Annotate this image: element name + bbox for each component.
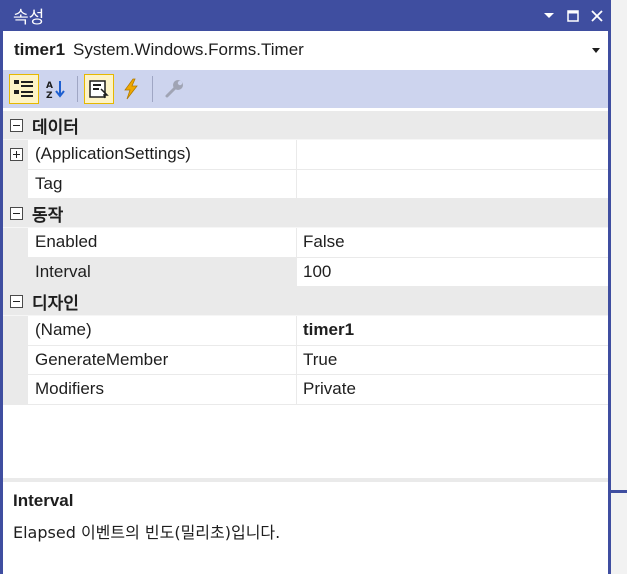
property-row-enabled[interactable]: Enabled False xyxy=(3,228,608,258)
property-value[interactable] xyxy=(297,140,608,170)
description-title: Interval xyxy=(13,491,74,510)
chevron-down-icon[interactable] xyxy=(542,9,556,23)
collapse-icon[interactable] xyxy=(10,294,23,308)
categorized-icon xyxy=(14,80,33,97)
property-name[interactable]: (Name) xyxy=(28,316,297,346)
properties-button[interactable] xyxy=(84,74,114,104)
background-strip xyxy=(611,0,627,574)
window-title: 속성 xyxy=(13,8,45,28)
description-pane: Interval Elapsed 이벤트의 빈도(밀리초)입니다. xyxy=(3,482,608,574)
toolbar-separator xyxy=(77,76,78,102)
grid-empty-area xyxy=(3,406,608,478)
property-name[interactable]: Enabled xyxy=(28,228,297,258)
property-name[interactable]: GenerateMember xyxy=(28,345,297,375)
window-titlebar[interactable]: 속성 xyxy=(3,0,614,31)
category-label: 디자인 xyxy=(32,293,79,314)
alphabetical-button[interactable]: A Z xyxy=(41,74,71,104)
object-name: timer1 xyxy=(14,40,66,59)
description-text: Elapsed 이벤트의 빈도(밀리초)입니다. xyxy=(13,523,281,542)
property-value[interactable] xyxy=(297,170,608,199)
property-name[interactable]: Interval xyxy=(28,257,297,287)
property-name[interactable]: Tag xyxy=(28,169,297,199)
svg-text:Z: Z xyxy=(46,91,53,99)
category-design[interactable]: 디자인 xyxy=(3,287,608,316)
property-value[interactable]: True xyxy=(297,346,608,375)
properties-icon xyxy=(89,80,109,99)
window-controls xyxy=(542,9,614,23)
property-name[interactable]: Modifiers xyxy=(28,375,297,405)
events-lightning-icon xyxy=(124,78,138,100)
category-label: 데이터 xyxy=(32,117,79,138)
property-value[interactable]: False xyxy=(297,228,608,258)
category-data[interactable]: 데이터 xyxy=(3,111,608,140)
maximize-icon[interactable] xyxy=(566,9,580,23)
property-value[interactable]: Private xyxy=(297,375,608,405)
property-row-applicationsettings[interactable]: (ApplicationSettings) xyxy=(3,140,608,170)
category-label: 동작 xyxy=(32,205,64,226)
property-value[interactable]: timer1 xyxy=(297,316,608,346)
close-icon[interactable] xyxy=(590,9,604,23)
property-row-interval[interactable]: Interval 100 xyxy=(3,257,608,287)
collapse-icon[interactable] xyxy=(10,118,23,132)
properties-window: 속성 timer1 System.Windows.Forms.Timer A Z… xyxy=(0,0,614,574)
expand-icon[interactable] xyxy=(10,148,23,161)
property-name[interactable]: (ApplicationSettings) xyxy=(28,140,297,170)
property-grid: 데이터 (ApplicationSettings) Tag 동작 Enabled… xyxy=(3,111,608,405)
property-row-tag[interactable]: Tag xyxy=(3,169,608,199)
property-row-name[interactable]: (Name) timer1 xyxy=(3,316,608,346)
property-value[interactable]: 100 xyxy=(297,258,608,287)
property-pages-wrench-icon xyxy=(165,80,183,98)
collapse-icon[interactable] xyxy=(10,206,23,220)
divider xyxy=(611,490,627,493)
dropdown-arrow-icon[interactable] xyxy=(591,45,601,55)
property-pages-button[interactable] xyxy=(159,74,189,104)
category-behavior[interactable]: 동작 xyxy=(3,199,608,228)
svg-text:A: A xyxy=(46,81,53,91)
object-selector[interactable]: timer1 System.Windows.Forms.Timer xyxy=(3,32,608,68)
toolbar-separator xyxy=(152,76,153,102)
categorized-button[interactable] xyxy=(9,74,39,104)
property-row-modifiers[interactable]: Modifiers Private xyxy=(3,375,608,405)
events-button[interactable] xyxy=(116,74,146,104)
property-row-generatemember[interactable]: GenerateMember True xyxy=(3,345,608,375)
properties-toolbar: A Z xyxy=(3,70,608,108)
alphabetical-icon: A Z xyxy=(46,81,65,99)
object-type: System.Windows.Forms.Timer xyxy=(73,40,304,59)
